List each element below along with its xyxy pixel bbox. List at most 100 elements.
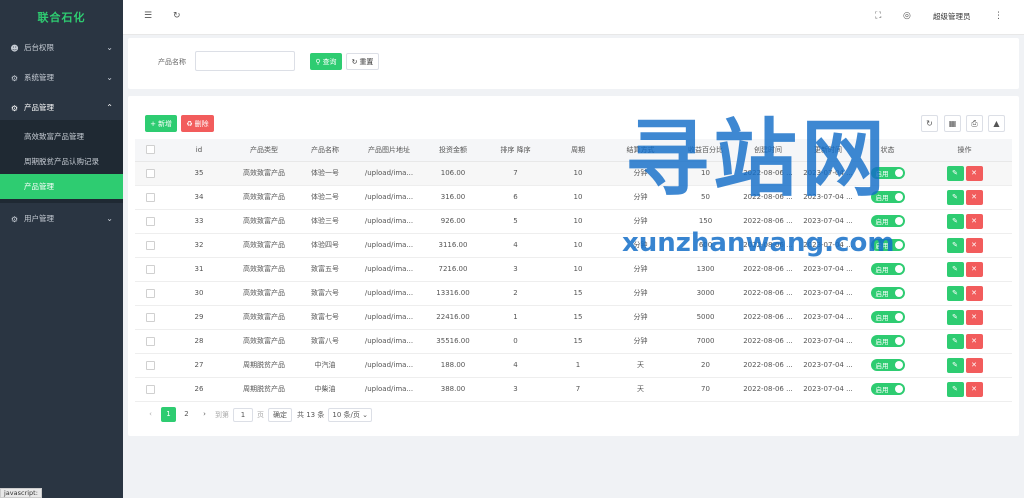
actions-cell: ✎ ✕ bbox=[917, 209, 1012, 234]
status-toggle[interactable]: 启用 bbox=[870, 287, 905, 299]
watermark-logo: 寻站网 bbox=[625, 110, 890, 208]
refresh-table-icon[interactable]: ↻ bbox=[921, 115, 938, 132]
col-header[interactable]: 产品图片地址 bbox=[355, 139, 423, 162]
row-checkbox[interactable] bbox=[135, 257, 165, 282]
select-all-checkbox[interactable] bbox=[135, 139, 165, 162]
table-cell: 2023-07-04 ... bbox=[798, 305, 858, 330]
table-cell: 35516.00 bbox=[423, 329, 483, 354]
delete-icon[interactable]: ✕ bbox=[965, 357, 983, 373]
status-toggle[interactable]: 启用 bbox=[870, 359, 905, 371]
fullscreen-icon[interactable]: ⛶ bbox=[875, 11, 881, 21]
chevron-up-icon: ⌃ bbox=[106, 103, 113, 112]
row-checkbox[interactable] bbox=[135, 161, 165, 186]
table-cell: 10 bbox=[548, 161, 608, 186]
sidebar-item-products[interactable]: ⚙ 产品管理 ⌃ bbox=[0, 96, 123, 120]
status-toggle[interactable]: 启用 bbox=[870, 311, 905, 323]
query-button[interactable]: ⚲ 查询 bbox=[310, 53, 342, 70]
page-size-select[interactable]: 10 条/页 ⌄ bbox=[328, 407, 372, 422]
next-page-icon[interactable]: › bbox=[197, 407, 212, 422]
delete-icon[interactable]: ✕ bbox=[965, 285, 983, 301]
table-cell: 高效致富产品 bbox=[233, 233, 295, 258]
delete-icon[interactable]: ✕ bbox=[965, 261, 983, 277]
row-checkbox[interactable] bbox=[135, 353, 165, 378]
columns-icon[interactable]: ▦ bbox=[944, 115, 961, 132]
toggle-knob bbox=[894, 361, 903, 369]
sidebar-item-users[interactable]: ⚙ 用户管理 ⌄ bbox=[0, 207, 123, 231]
delete-icon[interactable]: ✕ bbox=[965, 237, 983, 253]
chevron-down-icon: ⌄ bbox=[106, 73, 113, 82]
delete-icon[interactable]: ✕ bbox=[965, 333, 983, 349]
row-checkbox[interactable] bbox=[135, 209, 165, 234]
submenu-item-product-manage[interactable]: 产品管理 bbox=[0, 174, 123, 199]
edit-icon[interactable]: ✎ bbox=[946, 237, 964, 253]
edit-icon[interactable]: ✎ bbox=[946, 333, 964, 349]
edit-icon[interactable]: ✎ bbox=[946, 261, 964, 277]
row-checkbox[interactable] bbox=[135, 329, 165, 354]
app-root: 联合石化 ☻ 后台权限 ⌄ ⚙ 系统管理 ⌄ ⚙ 产品管理 ⌃ 高效致富产品管理… bbox=[0, 0, 1024, 498]
add-button-label: 新增 bbox=[157, 119, 172, 128]
goto-page-input[interactable]: 1 bbox=[233, 407, 253, 422]
admin-user-menu[interactable]: 超级管理员 bbox=[933, 11, 971, 22]
row-checkbox[interactable] bbox=[135, 281, 165, 306]
page-2[interactable]: 2 bbox=[179, 407, 194, 422]
edit-icon[interactable]: ✎ bbox=[946, 213, 964, 229]
page-1[interactable]: 1 bbox=[161, 407, 176, 422]
delete-icon[interactable]: ✕ bbox=[965, 165, 983, 181]
status-toggle[interactable]: 启用 bbox=[870, 335, 905, 347]
sidebar-item-permissions[interactable]: ☻ 后台权限 ⌄ bbox=[0, 36, 123, 60]
product-name-input[interactable] bbox=[195, 51, 295, 71]
status-cell: 启用 bbox=[858, 305, 917, 330]
sidebar-item-system[interactable]: ⚙ 系统管理 ⌄ bbox=[0, 66, 123, 90]
edit-icon[interactable]: ✎ bbox=[946, 285, 964, 301]
col-header[interactable]: 排序 降序 bbox=[483, 139, 548, 162]
table-cell: 周期脱贫产品 bbox=[233, 377, 295, 402]
table-cell: 30 bbox=[165, 281, 233, 306]
reset-button[interactable]: ↻ 重置 bbox=[346, 53, 379, 70]
more-icon[interactable]: ⋮ bbox=[994, 11, 1003, 21]
submenu-item-high-yield[interactable]: 高效致富产品管理 bbox=[0, 124, 123, 149]
row-checkbox[interactable] bbox=[135, 377, 165, 402]
toggle-knob bbox=[894, 313, 903, 321]
edit-icon[interactable]: ✎ bbox=[946, 165, 964, 181]
watermark-url: xunzhanwang.com bbox=[622, 228, 895, 258]
table-cell: 致富五号 bbox=[295, 257, 355, 282]
table-cell: 分钟 bbox=[608, 281, 673, 306]
submenu-item-cycle-records[interactable]: 周期脱贫产品认购记录 bbox=[0, 149, 123, 174]
refresh-icon[interactable]: ↻ bbox=[173, 11, 181, 21]
menu-toggle-icon[interactable]: ☰ bbox=[144, 11, 152, 21]
delete-icon[interactable]: ✕ bbox=[965, 189, 983, 205]
print-icon[interactable]: ⎙ bbox=[966, 115, 983, 132]
row-checkbox[interactable] bbox=[135, 305, 165, 330]
table-cell: 高效致富产品 bbox=[233, 281, 295, 306]
row-checkbox[interactable] bbox=[135, 233, 165, 258]
delete-icon[interactable]: ✕ bbox=[965, 309, 983, 325]
delete-icon[interactable]: ✕ bbox=[965, 381, 983, 397]
toggle-knob bbox=[894, 337, 903, 345]
col-header[interactable]: 产品名称 bbox=[295, 139, 355, 162]
status-toggle[interactable]: 启用 bbox=[870, 215, 905, 227]
sidebar-item-label: 系统管理 bbox=[24, 73, 54, 82]
delete-icon[interactable]: ✕ bbox=[965, 213, 983, 229]
status-toggle[interactable]: 启用 bbox=[870, 383, 905, 395]
goto-confirm-button[interactable]: 确定 bbox=[268, 407, 292, 422]
edit-icon[interactable]: ✎ bbox=[946, 357, 964, 373]
add-button[interactable]: + 新增 bbox=[145, 115, 177, 132]
row-checkbox[interactable] bbox=[135, 185, 165, 210]
col-header[interactable]: 投资金额 bbox=[423, 139, 483, 162]
globe-icon[interactable]: ◎ bbox=[903, 11, 911, 21]
table-cell: 4 bbox=[483, 353, 548, 378]
edit-icon[interactable]: ✎ bbox=[946, 309, 964, 325]
col-header[interactable]: 周期 bbox=[548, 139, 608, 162]
prev-page-icon[interactable]: ‹ bbox=[143, 407, 158, 422]
edit-icon[interactable]: ✎ bbox=[946, 381, 964, 397]
gear-icon: ⚙ bbox=[10, 214, 19, 224]
col-header[interactable]: 产品类型 bbox=[233, 139, 295, 162]
table-cell: 周期脱贫产品 bbox=[233, 353, 295, 378]
gear-icon: ⚙ bbox=[10, 73, 19, 83]
col-header[interactable]: id bbox=[165, 139, 233, 162]
table-cell: 7 bbox=[548, 377, 608, 402]
delete-button[interactable]: ♻ 删除 bbox=[181, 115, 214, 132]
status-toggle[interactable]: 启用 bbox=[870, 263, 905, 275]
edit-icon[interactable]: ✎ bbox=[946, 189, 964, 205]
export-icon[interactable]: ▲ bbox=[988, 115, 1005, 132]
